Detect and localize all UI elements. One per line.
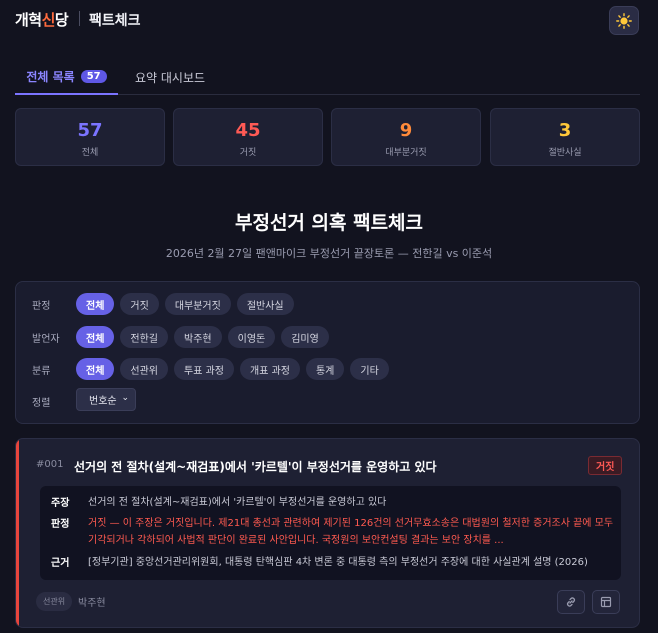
stat-label: 거짓 [239,148,257,158]
chip-verdict-mostly-false[interactable]: 대부분거짓 [164,293,231,315]
chip-speaker-4[interactable]: 김미영 [281,326,329,348]
verdict-badge: 거짓 [588,456,623,475]
chip-category-counting[interactable]: 개표 과정 [240,358,300,380]
tab-all-list[interactable]: 전체 목록 57 [15,60,118,95]
chip-verdict-half-true[interactable]: 절반사실 [236,293,294,315]
stat-label: 대부분거짓 [385,148,427,158]
header-divider [79,11,80,26]
tab-label: 전체 목록 [26,70,75,84]
stat-value: 45 [235,120,261,141]
chip-category-election-commission[interactable]: 선관위 [120,358,169,380]
stat-value: 57 [77,120,103,141]
tab-label: 요약 대시보드 [135,71,206,85]
chip-speaker-all[interactable]: 전체 [76,326,115,348]
claim-text: 선거의 전 절차(설계~재검표)에서 '카르텔'이 부정선거를 운영하고 있다 [88,497,387,508]
logo-text-1: 개혁 [15,11,42,29]
page-title: 부정선거 의혹 팩트체크 [234,212,424,234]
stat-label: 전체 [81,148,99,158]
card-title: 선거의 전 절차(설계~재검표)에서 '카르텔'이 부정선거를 운영하고 있다 [74,460,437,474]
chip-speaker-1[interactable]: 전한길 [120,326,169,348]
chip-category-statistics[interactable]: 통계 [305,358,345,380]
ruling-text: 거짓 — 이 주장은 거짓입니다. 제21대 총선과 관련하여 제기된 126건… [88,518,614,546]
claim-label: 주장 [51,498,70,509]
category-tag: 선관위 [36,592,73,611]
theme-toggle-button[interactable] [609,6,639,35]
card-number: #001 [36,459,64,470]
filter-panel: 판정 전체 거짓 대부분거짓 절반사실 발언자 전체 전한길 박주현 이영돈 김… [15,281,640,424]
sun-icon [616,12,632,29]
filter-label: 발언자 [32,333,60,345]
chevron-down-icon: ⌄ [121,393,129,403]
filter-label: 분류 [32,365,51,377]
sort-value: 번호순 [89,396,117,407]
basis-text: [정부기관] 중앙선거관리위원회, 대통령 탄핵심판 4차 변론 중 대통령 측… [88,557,588,568]
chip-speaker-3[interactable]: 이영돈 [227,326,276,348]
chip-speaker-2[interactable]: 박주현 [174,326,222,348]
chip-category-voting[interactable]: 투표 과정 [174,358,234,380]
speaker-name: 박주현 [78,598,106,609]
basis-label: 근거 [51,558,70,569]
filter-label: 정렬 [32,398,51,409]
stat-card-mostly-false: 9 대부분거짓 [331,108,481,166]
stat-label: 절반사실 [548,148,582,158]
link-icon [566,597,576,607]
chip-category-all[interactable]: 전체 [76,358,115,380]
stat-card-half-true: 3 절반사실 [490,108,640,166]
factcheck-card[interactable]: #001 선거의 전 절차(설계~재검표)에서 '카르텔'이 부정선거를 운영하… [15,438,640,628]
stat-card-false: 45 거짓 [173,108,323,166]
chip-verdict-false[interactable]: 거짓 [120,293,159,315]
logo[interactable]: 개혁 신 당 [15,9,69,30]
page-subtitle: 2026년 2월 27일 팬앤마이크 부정선거 끝장토론 — 전한길 vs 이준… [165,247,493,260]
detail-view-button[interactable] [592,590,620,614]
ruling-label: 판정 [51,519,70,530]
stat-card-total: 57 전체 [15,108,165,166]
filter-label: 판정 [32,300,51,312]
tab-bar: 전체 목록 57 요약 대시보드 [15,60,640,95]
copy-link-button[interactable] [557,590,585,614]
tab-summary-dashboard[interactable]: 요약 대시보드 [135,60,205,95]
stat-value: 3 [558,120,572,141]
stat-value: 9 [399,120,413,141]
verdict-accent-bar [16,439,19,627]
app-title: 팩트체크 [89,13,141,29]
count-badge: 57 [80,70,107,83]
card-detail-box: 주장 선거의 전 절차(설계~재검표)에서 '카르텔'이 부정선거를 운영하고 … [40,486,621,580]
logo-text-3: 당 [54,11,69,29]
app-header: 개혁 신 당 팩트체크 [0,0,658,40]
logo-text-2: 신 [41,11,56,29]
chip-verdict-all[interactable]: 전체 [76,293,115,315]
layout-icon [600,596,612,608]
sort-select[interactable]: 번호순 ⌄ [76,388,136,411]
chip-category-other[interactable]: 기타 [350,358,389,380]
